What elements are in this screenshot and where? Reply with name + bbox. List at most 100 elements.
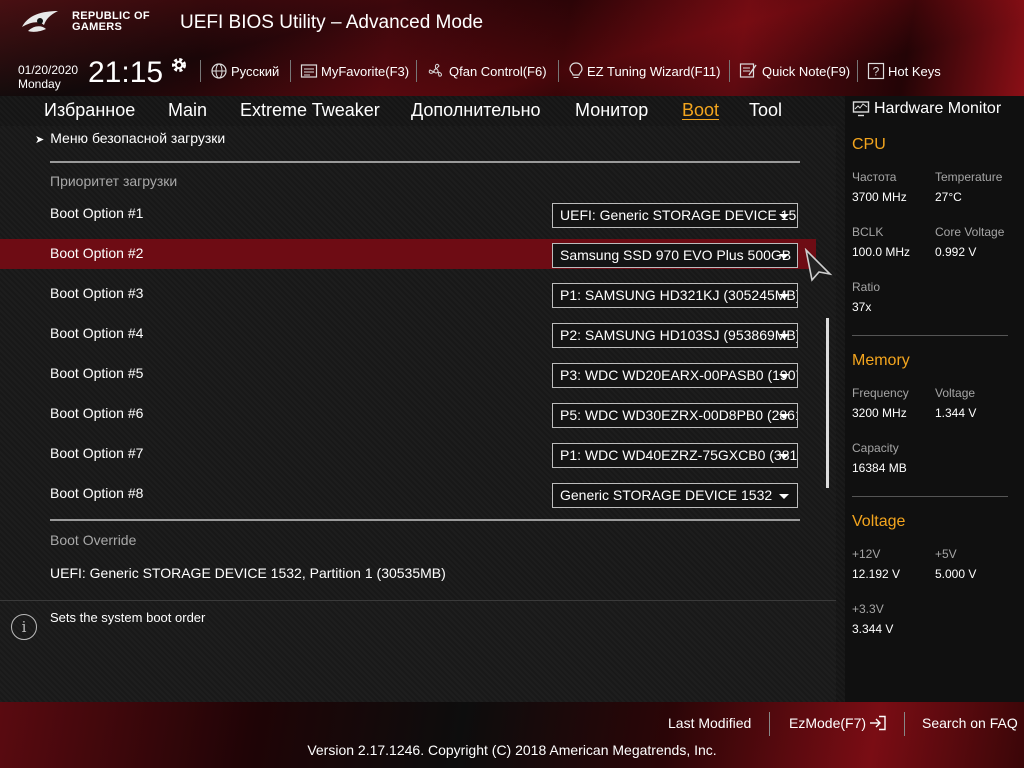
myfavorite-label: MyFavorite(F3) [321, 63, 410, 79]
boot-option-dropdown[interactable]: UEFI: Generic STORAGE DEVICE 1532, Parti… [552, 203, 798, 228]
boot-option-row-6[interactable]: Boot Option #6 P5: WDC WD30EZRX-00D8PB0 … [0, 399, 816, 429]
boot-option-row-2[interactable]: Boot Option #2 Samsung SSD 970 EVO Plus … [0, 239, 816, 269]
tab-monitor[interactable]: Монитор [575, 100, 648, 121]
language-button[interactable]: Русский [210, 62, 279, 80]
mem-voltage-label: Voltage [935, 386, 976, 400]
ezmode-label: EzMode(F7) [789, 715, 867, 731]
dropdown-value: Samsung SSD 970 EVO Plus 500GB [560, 247, 792, 263]
breadcrumb[interactable]: ➤ Меню безопасной загрузки [35, 130, 225, 146]
hardware-monitor-label: Hardware Monitor [874, 100, 1002, 117]
mem-freq-value: 3200 MHz [852, 406, 907, 420]
scrollbar[interactable] [826, 318, 829, 488]
toolbar-separator [290, 60, 291, 82]
v5-value: 5.000 V [935, 567, 977, 581]
dropdown-value: P2: SAMSUNG HD103SJ (953869MB) [560, 327, 798, 343]
toolbar-separator [200, 60, 201, 82]
brand-logo-text: REPUBLIC OF GAMERS [72, 11, 150, 33]
cpu-temp-label: Temperature [935, 170, 1003, 184]
exit-arrow-icon [870, 715, 886, 731]
boot-option-dropdown[interactable]: Generic STORAGE DEVICE 1532 [552, 483, 798, 508]
question-icon: ? [867, 62, 885, 80]
dropdown-value: P3: WDC WD20EARX-00PASB0 (1907729MB) [560, 367, 797, 383]
dropdown-arrow-icon [779, 414, 789, 419]
boot-option-label: Boot Option #2 [50, 245, 144, 261]
mem-freq-label: Frequency [852, 386, 909, 400]
boot-option-row-3[interactable]: Boot Option #3 P1: SAMSUNG HD321KJ (3052… [0, 279, 816, 309]
boot-override-header: Boot Override [50, 532, 137, 548]
ratio-label: Ratio [852, 280, 881, 294]
lightbulb-icon [569, 62, 583, 78]
v33-label: +3.3V [852, 602, 884, 616]
dropdown-value: UEFI: Generic STORAGE DEVICE 1532, Parti… [560, 207, 797, 223]
divider [50, 519, 800, 521]
ez-tuning-button[interactable]: EZ Tuning Wizard(F11) [568, 62, 720, 80]
dropdown-arrow-icon [779, 294, 789, 299]
boot-option-dropdown[interactable]: P2: SAMSUNG HD103SJ (953869MB) [552, 323, 798, 348]
boot-option-label: Boot Option #4 [50, 325, 144, 341]
gear-icon[interactable] [170, 56, 188, 74]
bclk-value: 100.0 MHz [852, 245, 911, 259]
boot-option-label: Boot Option #3 [50, 285, 144, 301]
quick-note-button[interactable]: Quick Note(F9) [739, 62, 850, 80]
app-title: UEFI BIOS Utility – Advanced Mode [180, 12, 484, 33]
footer-separator [904, 712, 905, 736]
boot-override-item[interactable]: UEFI: Generic STORAGE DEVICE 1532, Parti… [50, 565, 446, 581]
last-modified-button[interactable]: Last Modified [668, 715, 751, 731]
boot-option-row-1[interactable]: Boot Option #1 UEFI: Generic STORAGE DEV… [0, 199, 816, 229]
boot-option-dropdown[interactable]: Samsung SSD 970 EVO Plus 500GB [552, 243, 798, 268]
v12-label: +12V [852, 547, 881, 561]
cpu-temp-value: 27°C [935, 190, 962, 204]
boot-option-dropdown[interactable]: P1: WDC WD40EZRZ-75GXCB0 (3815447MB) [552, 443, 798, 468]
dropdown-value: P5: WDC WD30EZRX-00D8PB0 (2861588MB) [560, 407, 797, 423]
myfavorite-button[interactable]: MyFavorite(F3) [300, 62, 409, 80]
boot-option-row-8[interactable]: Boot Option #8 Generic STORAGE DEVICE 15… [0, 479, 816, 509]
tab-extreme-tweaker[interactable]: Extreme Tweaker [240, 100, 380, 121]
hardware-monitor-title: Hardware Monitor [852, 100, 1001, 118]
boot-option-label: Boot Option #7 [50, 445, 144, 461]
tab-izbrannoe[interactable]: Избранное [44, 100, 135, 121]
qfan-label: Qfan Control(F6) [449, 63, 547, 79]
tab-tool[interactable]: Tool [749, 100, 782, 121]
boot-option-dropdown[interactable]: P1: SAMSUNG HD321KJ (305245MB) [552, 283, 798, 308]
day-text: Monday [18, 77, 61, 91]
date-display: 01/20/2020 Monday [18, 63, 78, 91]
boot-option-dropdown[interactable]: P3: WDC WD20EARX-00PASB0 (1907729MB) [552, 363, 798, 388]
chevron-right-icon: ➤ [35, 134, 45, 146]
tab-boot[interactable]: Boot [682, 100, 719, 121]
rog-logo [22, 11, 58, 32]
v12-value: 12.192 V [852, 567, 901, 581]
search-faq-button[interactable]: Search on FAQ [922, 715, 1018, 731]
boot-option-row-7[interactable]: Boot Option #7 P1: WDC WD40EZRZ-75GXCB0 … [0, 439, 816, 469]
brand-line2: GAMERS [72, 21, 123, 33]
tab-main[interactable]: Main [168, 100, 207, 121]
core-voltage-label: Core Voltage [935, 225, 1005, 239]
hot-keys-label: Hot Keys [888, 63, 941, 79]
svg-text:?: ? [873, 65, 880, 79]
monitor-icon [852, 101, 870, 117]
dropdown-arrow-icon [779, 494, 789, 499]
mouse-cursor-icon [804, 248, 833, 282]
dropdown-arrow-icon [779, 454, 789, 459]
toolbar-separator [729, 60, 730, 82]
tab-advanced[interactable]: Дополнительно [411, 100, 541, 121]
ezmode-button[interactable]: EzMode(F7) [789, 715, 887, 731]
dropdown-value: Generic STORAGE DEVICE 1532 [560, 487, 773, 503]
dropdown-arrow-icon [779, 214, 789, 219]
v5-label: +5V [935, 547, 957, 561]
hot-keys-button[interactable]: ? Hot Keys [867, 62, 941, 80]
breadcrumb-label: Меню безопасной загрузки [50, 130, 226, 146]
divider [852, 335, 1008, 336]
toolbar-separator [558, 60, 559, 82]
boot-option-label: Boot Option #6 [50, 405, 144, 421]
boot-option-row-4[interactable]: Boot Option #4 P2: SAMSUNG HD103SJ (9538… [0, 319, 816, 349]
toolbar-separator [416, 60, 417, 82]
qfan-button[interactable]: Qfan Control(F6) [426, 62, 547, 80]
footer-separator [769, 712, 770, 736]
boot-option-dropdown[interactable]: P5: WDC WD30EZRX-00D8PB0 (2861588MB) [552, 403, 798, 428]
info-icon: i [11, 614, 37, 640]
copyright-text: Version 2.17.1246. Copyright (C) 2018 Am… [307, 742, 717, 758]
memory-header: Memory [852, 352, 910, 369]
v33-value: 3.344 V [852, 622, 894, 636]
boot-option-row-5[interactable]: Boot Option #5 P3: WDC WD20EARX-00PASB0 … [0, 359, 816, 389]
note-icon [739, 63, 757, 78]
